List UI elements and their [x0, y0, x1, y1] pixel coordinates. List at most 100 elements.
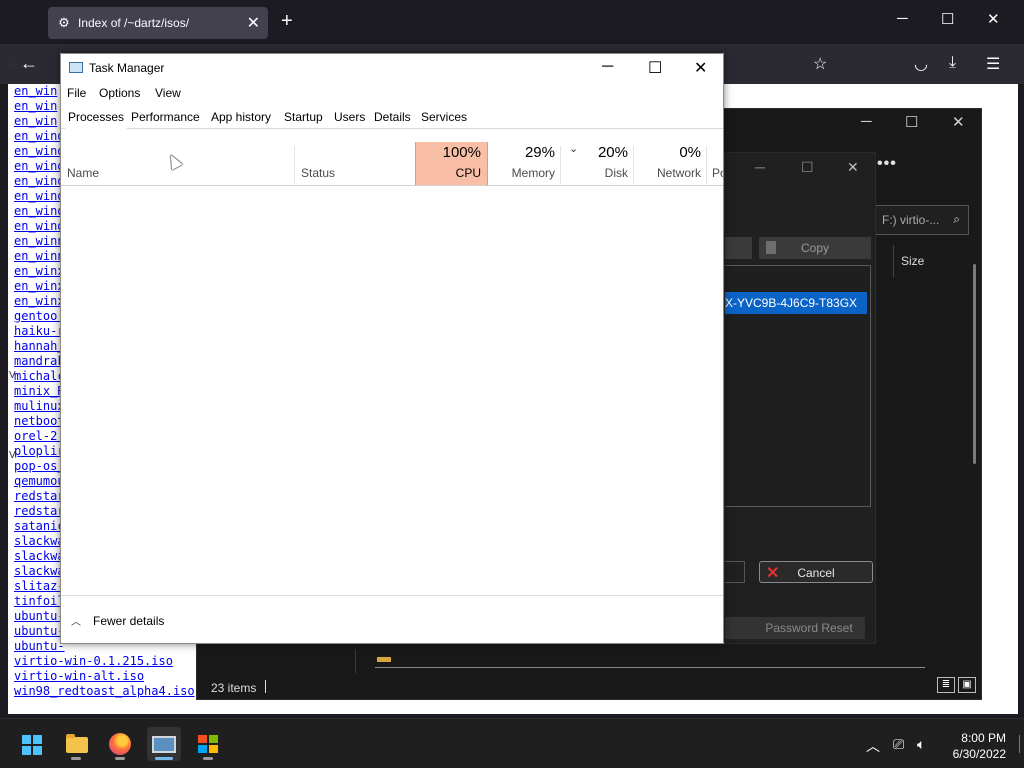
taskbar-file-explorer[interactable] — [59, 727, 93, 761]
network-label: Network — [656, 166, 701, 180]
pane-divider — [355, 649, 356, 675]
tab-strip: Processes Performance App history Startu… — [61, 107, 723, 129]
column-header-memory[interactable]: 29% Memory — [488, 142, 561, 185]
downloads-icon[interactable]: ⤓ — [949, 54, 956, 72]
cancel-button[interactable]: ✕ Cancel — [759, 561, 873, 583]
text-field[interactable] — [725, 561, 745, 583]
taskbar-windows7-app[interactable] — [191, 727, 225, 761]
scrollbar[interactable] — [973, 264, 976, 464]
back-arrow-icon[interactable]: ← — [20, 53, 38, 74]
menu-options[interactable]: Options — [99, 86, 140, 100]
minimize-icon[interactable]: ─ — [897, 10, 908, 27]
column-header-size[interactable]: Size — [901, 254, 924, 268]
footer: ︿ Fewer details — [61, 595, 723, 643]
show-desktop-button[interactable] — [1019, 735, 1020, 753]
menu-file[interactable]: File — [67, 86, 86, 100]
more-options-button[interactable]: ••• — [877, 155, 897, 173]
menu-hamburger-icon[interactable]: ☰ — [986, 54, 1000, 74]
status-bar: 23 items ≣ ▣ — [197, 673, 981, 699]
show-hidden-icons-chevron-icon[interactable]: ︿ — [866, 736, 880, 756]
cpu-label: CPU — [455, 166, 481, 180]
file-link[interactable]: virtio-win-alt.iso — [14, 669, 195, 684]
file-link[interactable]: win98_redtoast_alpha4.iso — [14, 684, 195, 699]
maximize-icon[interactable]: ☐ — [801, 159, 814, 176]
key-field[interactable] — [725, 237, 752, 259]
browser-tab-title: Index of /~dartz/isos/ — [78, 16, 190, 30]
column-header-cpu[interactable]: 100% CPU — [415, 142, 488, 185]
task-manager-app-icon — [69, 62, 83, 73]
minimize-icon[interactable]: ─ — [861, 113, 872, 130]
search-icon: ⌕ — [953, 212, 960, 226]
clock[interactable]: 8:00 PM 6/30/2022 — [953, 730, 1006, 762]
tab-startup[interactable]: Startup — [281, 107, 326, 129]
column-divider — [294, 146, 295, 184]
password-reset-button[interactable]: Password Reset — [725, 617, 865, 639]
tab-processes[interactable]: Processes — [65, 107, 128, 129]
column-header-status[interactable]: Status — [301, 166, 335, 180]
tab-users[interactable]: Users — [331, 107, 368, 129]
memory-label: Memory — [511, 166, 555, 180]
tab-performance[interactable]: Performance — [128, 107, 203, 129]
taskbar: ︿ ⎚ 🔈︎ 8:00 PM 6/30/2022 — [0, 718, 1024, 768]
maximize-icon[interactable]: ☐ — [941, 10, 954, 28]
process-table-header: Name Status 100% CPU 29% Memory ⌄ 20% Di… — [61, 142, 723, 186]
running-indicator — [155, 757, 173, 760]
memory-percent: 29% — [524, 144, 555, 161]
column-divider — [893, 245, 894, 277]
bookmark-star-icon[interactable]: ☆ — [813, 54, 827, 74]
close-window-icon[interactable]: ✕ — [987, 10, 1000, 28]
key-list[interactable]: X-YVC9B-4J6C9-T83GX — [725, 265, 871, 507]
minimize-icon[interactable]: ─ — [755, 159, 765, 175]
close-tab-icon[interactable]: ✕ — [247, 13, 260, 33]
details-view-icon[interactable]: ≣ — [937, 677, 955, 693]
task-manager-window: Task Manager ─ ☐ ✕ File Options View Pro… — [60, 53, 724, 644]
chevron-up-icon: ︿ — [71, 617, 81, 628]
copy-button[interactable]: Copy — [759, 237, 871, 259]
item-count: 23 items — [211, 681, 257, 695]
browser-tabbar: ⚙ Index of /~dartz/isos/ ✕ + ─ ☐ ✕ — [0, 0, 1024, 44]
new-tab-button[interactable]: + — [281, 10, 293, 32]
fewer-details-button[interactable]: ︿ Fewer details — [71, 613, 164, 628]
pocket-icon[interactable]: ◡ — [914, 54, 928, 74]
column-header-network[interactable]: 0% Network — [634, 142, 707, 185]
fewer-details-label: Fewer details — [93, 614, 165, 628]
tab-services[interactable]: Services — [418, 107, 470, 129]
minimize-icon[interactable]: ─ — [602, 58, 613, 76]
tab-details[interactable]: Details — [371, 107, 414, 129]
column-header-name[interactable]: Name — [67, 166, 99, 180]
volume-icon[interactable]: 🔈︎ — [917, 736, 925, 753]
side-marker: M — [9, 62, 18, 73]
cpu-percent: 100% — [442, 144, 481, 161]
cancel-label: Cancel — [797, 566, 835, 580]
maximize-icon[interactable]: ☐ — [905, 113, 918, 131]
start-button[interactable] — [15, 727, 49, 761]
network-percent: 0% — [679, 144, 701, 161]
network-icon[interactable]: ⎚ — [893, 736, 904, 753]
selected-key-row[interactable]: X-YVC9B-4J6C9-T83GX — [725, 292, 867, 314]
taskbar-firefox[interactable] — [103, 727, 137, 761]
clock-time: 8:00 PM — [961, 731, 1006, 745]
clock-date: 6/30/2022 — [952, 747, 1006, 761]
copy-label: Copy — [800, 241, 829, 255]
large-icons-view-icon[interactable]: ▣ — [958, 677, 976, 693]
column-header-power[interactable]: Po — [707, 142, 723, 185]
menu-view[interactable]: View — [155, 86, 181, 100]
close-dialog-icon[interactable]: ✕ — [847, 159, 859, 176]
file-explorer-icon — [66, 734, 88, 753]
disk-label: Disk — [604, 166, 628, 180]
horizontal-scrollbar[interactable] — [375, 667, 925, 668]
window-title: Task Manager — [89, 61, 165, 75]
file-link[interactable]: virtio-win-0.1.215.iso — [14, 654, 195, 669]
close-window-icon[interactable]: ✕ — [952, 113, 965, 131]
close-window-icon[interactable]: ✕ — [694, 58, 707, 78]
tab-app-history[interactable]: App history — [208, 107, 274, 129]
search-input[interactable]: F:) virtio-... ⌕ — [873, 205, 969, 235]
copy-icon — [766, 241, 776, 254]
browser-tab[interactable]: ⚙ Index of /~dartz/isos/ ✕ — [48, 7, 268, 39]
maximize-icon[interactable]: ☐ — [648, 58, 662, 78]
title-bar[interactable]: Task Manager ─ ☐ ✕ — [61, 54, 723, 82]
running-indicator — [115, 757, 125, 760]
column-header-disk[interactable]: 20% Disk — [561, 142, 634, 185]
power-label: Po — [712, 166, 723, 180]
taskbar-task-manager[interactable] — [147, 727, 181, 761]
